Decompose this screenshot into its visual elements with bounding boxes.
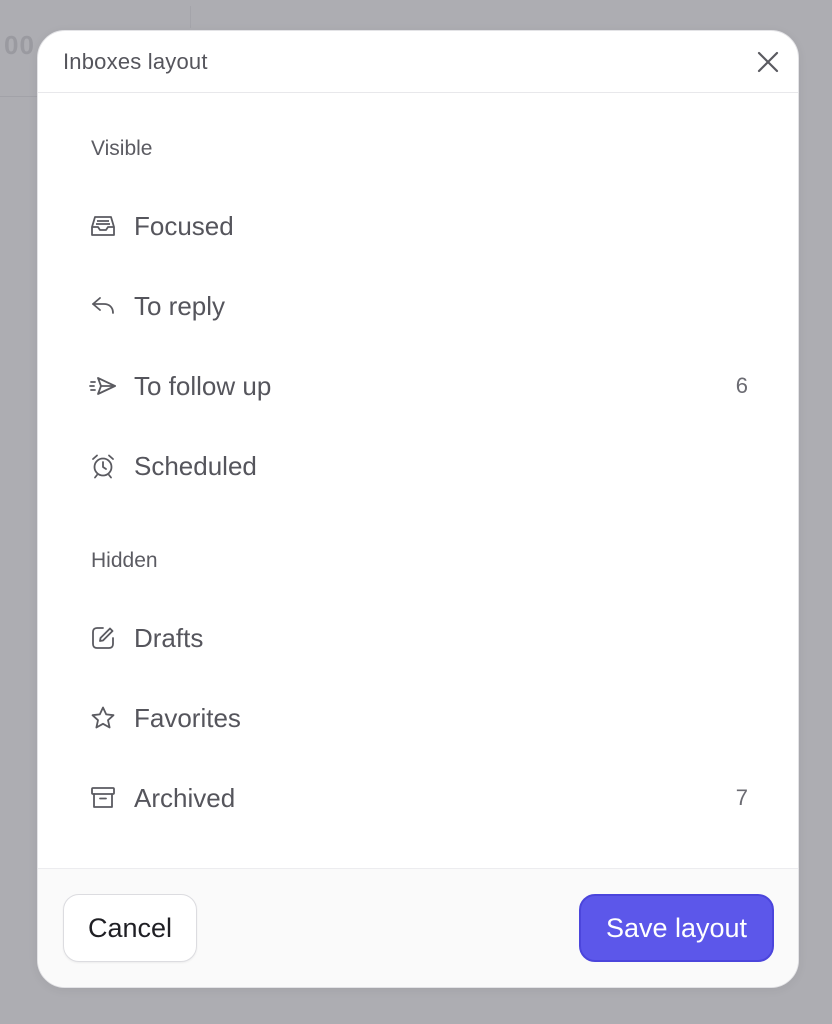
inbox-item-favorites[interactable]: Favorites xyxy=(88,693,748,743)
inbox-item-label: To follow up xyxy=(134,370,272,401)
inbox-item-label: Focused xyxy=(134,210,234,241)
inbox-item-drafts[interactable]: Drafts xyxy=(88,613,748,663)
save-layout-button[interactable]: Save layout xyxy=(579,894,774,962)
inbox-tray-icon xyxy=(88,211,118,241)
inbox-item-scheduled[interactable]: Scheduled xyxy=(88,441,748,491)
background-app-fragment: 00 xyxy=(4,30,35,60)
background-divider xyxy=(0,96,40,97)
inbox-item-count: 6 xyxy=(735,373,748,398)
inbox-item-label: Favorites xyxy=(134,702,241,733)
close-icon xyxy=(757,51,779,73)
inbox-item-focused[interactable]: Focused xyxy=(88,201,748,251)
section-label-visible: Visible xyxy=(91,137,153,160)
star-icon xyxy=(88,703,118,733)
alarm-clock-icon xyxy=(88,451,118,481)
inbox-item-label: Scheduled xyxy=(134,450,257,481)
dialog-header: Inboxes layout xyxy=(38,31,798,93)
inbox-item-archived[interactable]: Archived 7 xyxy=(88,773,748,823)
inboxes-layout-dialog: Inboxes layout Visible Focused To reply xyxy=(37,30,799,988)
inbox-item-to-follow-up[interactable]: To follow up 6 xyxy=(88,361,748,411)
inbox-item-label: Archived xyxy=(134,782,236,813)
inbox-item-label: Drafts xyxy=(134,622,204,653)
background-divider xyxy=(190,6,191,28)
dialog-footer: Cancel Save layout xyxy=(38,868,798,987)
inbox-item-label: To reply xyxy=(134,290,226,321)
inbox-item-to-reply[interactable]: To reply xyxy=(88,281,748,331)
cancel-button[interactable]: Cancel xyxy=(63,894,197,962)
paper-plane-fast-icon xyxy=(88,371,118,401)
dialog-title: Inboxes layout xyxy=(63,49,208,74)
pencil-square-icon xyxy=(88,623,118,653)
close-button[interactable] xyxy=(755,49,781,75)
reply-arrow-icon xyxy=(88,291,118,321)
section-label-hidden: Hidden xyxy=(91,549,158,572)
inbox-item-count: 7 xyxy=(735,785,748,810)
archive-box-icon xyxy=(88,783,118,813)
